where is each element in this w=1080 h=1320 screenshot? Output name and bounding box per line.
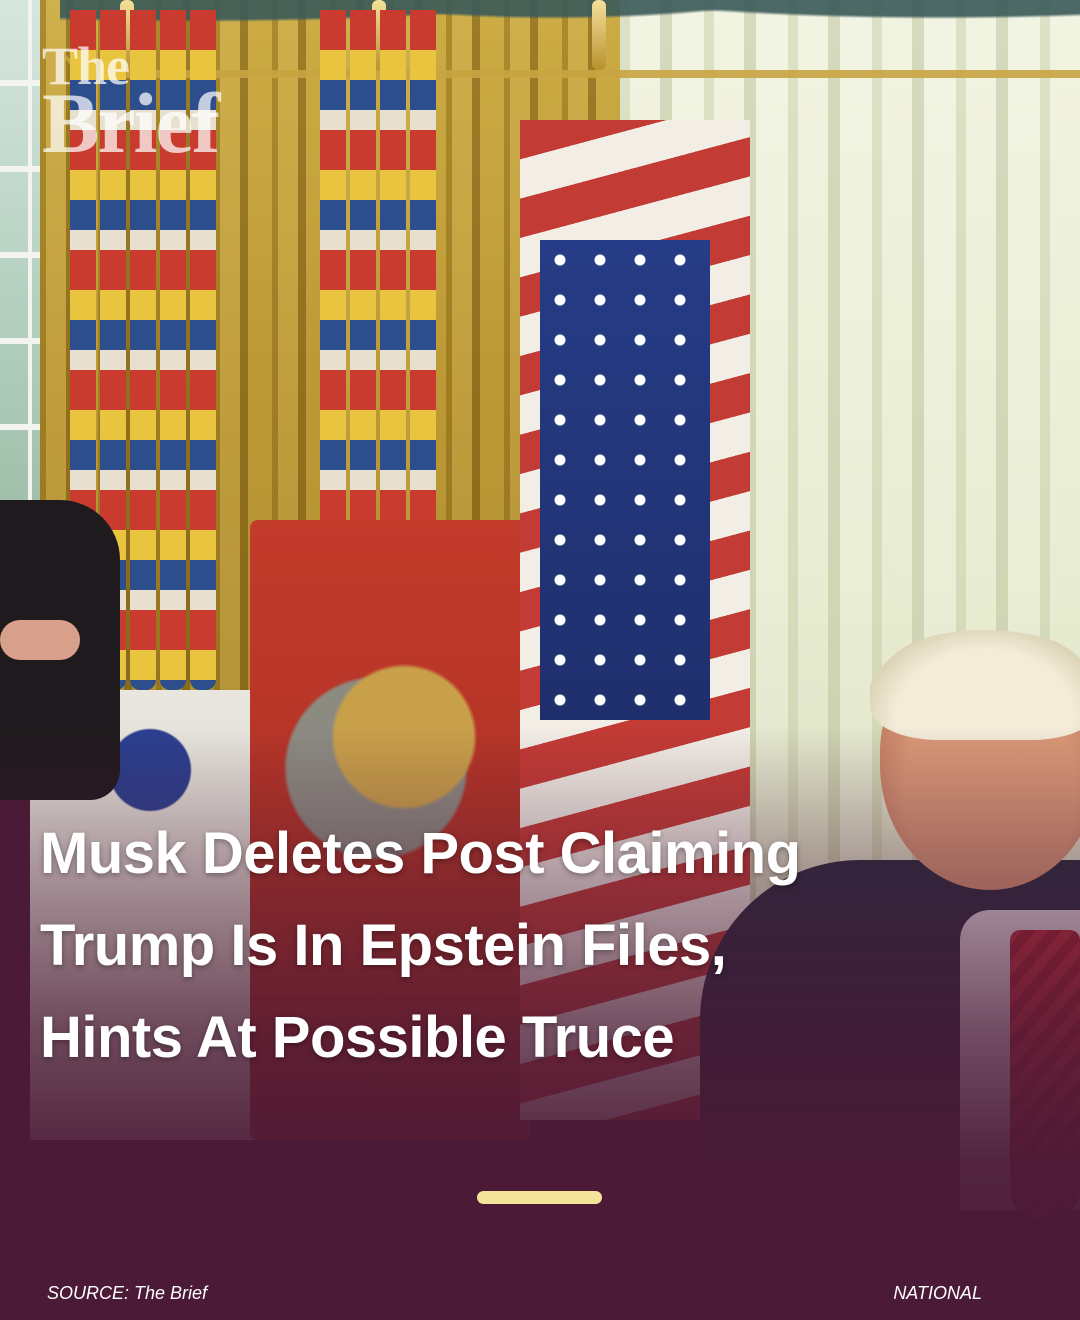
news-card: The Brief Musk Deletes Post Claiming Tru… [0, 0, 1080, 1320]
headline: Musk Deletes Post Claiming Trump Is In E… [40, 808, 940, 1084]
brand-logo: The Brief [42, 39, 220, 172]
background-photo [0, 0, 1080, 1320]
headline-line-2: Trump Is In Epstein Files, [40, 913, 727, 978]
source-label: SOURCE: The Brief [47, 1283, 208, 1303]
headline-line-1: Musk Deletes Post Claiming [40, 821, 801, 886]
carousel-page-indicator[interactable] [477, 1191, 602, 1204]
gradient-overlay [0, 0, 1080, 1320]
logo-line-brief: Brief [42, 75, 220, 172]
category-label: NATIONAL [893, 1283, 982, 1303]
headline-line-3: Hints At Possible Truce [40, 1005, 675, 1070]
